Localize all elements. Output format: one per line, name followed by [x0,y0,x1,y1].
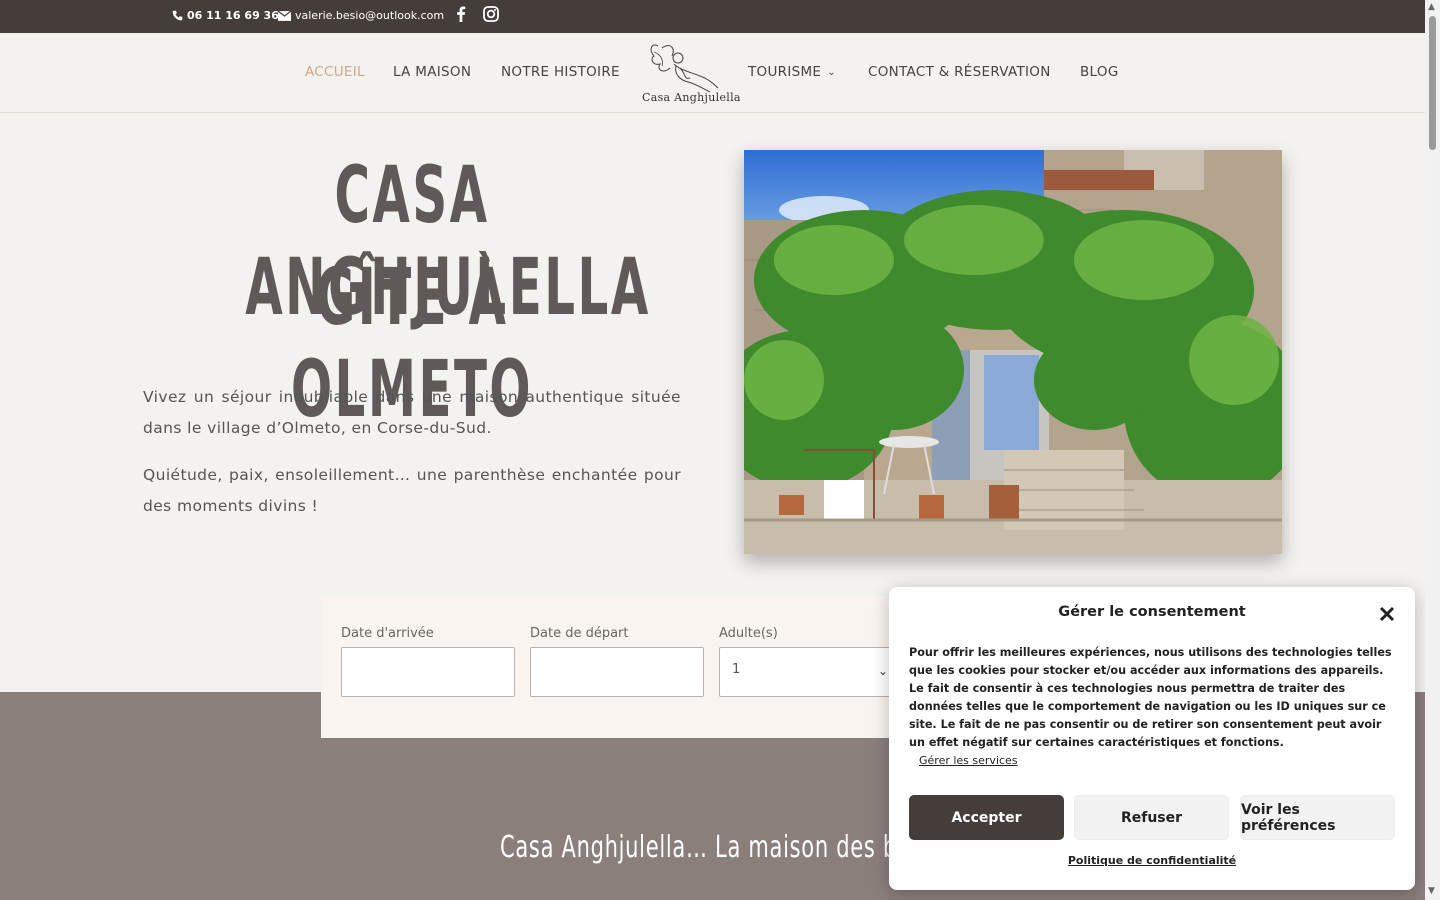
email-link[interactable]: valerie.besio@outlook.com [278,9,444,22]
nav-tourisme-label: TOURISME [748,64,822,80]
arrival-date-label: Date d'arrivée [341,626,434,641]
page-scrollbar[interactable]: ▲ ▼ [1425,0,1440,900]
manage-services-link[interactable]: Gérer les services [919,754,1018,767]
scroll-down-arrow-icon[interactable]: ▼ [1428,886,1435,896]
facebook-link[interactable] [456,6,466,22]
facebook-icon [457,6,466,22]
departure-date-input[interactable] [530,647,704,697]
phone-icon [172,10,183,21]
nav-la-maison[interactable]: LA MAISON [393,64,471,80]
accept-button[interactable]: Accepter [909,795,1064,840]
email-address: valerie.besio@outlook.com [295,9,445,22]
departure-date-label: Date de départ [530,626,629,641]
logo-text: Casa Anghjulella [642,91,741,104]
nav-blog[interactable]: BLOG [1080,64,1119,80]
top-bar: 06 11 16 69 36 valerie.besio@outlook.com [0,0,1425,33]
nav-tourisme[interactable]: TOURISME ⌄ [748,64,836,80]
adults-select-value: 1 [732,662,741,677]
privacy-policy-link[interactable]: Politique de confidentialité [889,854,1415,867]
house-photo [744,150,1282,554]
booking-widget: Date d'arrivée Date de départ Adulte(s) … [321,596,961,738]
instagram-icon [483,6,499,22]
refuse-button[interactable]: Refuser [1074,795,1229,840]
angel-logo-icon [650,44,719,93]
hero-paragraph-2: Quiétude, paix, ensoleillement… une pare… [143,466,681,515]
arrival-date-input[interactable] [341,647,515,697]
nav-contact-reservation[interactable]: CONTACT & RÉSERVATION [868,64,1051,80]
chevron-down-icon: ⌄ [827,67,836,78]
consent-body-text: Pour offrir les meilleures expériences, … [909,646,1392,749]
adults-select[interactable]: 1 ⌄ [719,647,897,697]
chevron-down-icon: ⌄ [877,664,888,678]
preferences-button[interactable]: Voir les préférences [1240,795,1395,840]
cookie-consent-dialog: Gérer le consentement Pour offrir les me… [889,587,1415,890]
adults-label: Adulte(s) [719,626,778,641]
nav-notre-histoire[interactable]: NOTRE HISTOIRE [501,64,620,80]
close-icon[interactable] [1379,603,1395,628]
mail-icon [278,10,291,21]
hero-paragraph-1: Vivez un séjour inoubliable dans une mai… [143,388,681,437]
site-header: ACCUEIL LA MAISON NOTRE HISTOIRE Casa An… [0,33,1425,113]
instagram-link[interactable] [483,6,499,22]
nav-accueil[interactable]: ACCUEIL [305,64,365,80]
scroll-thumb[interactable] [1429,16,1436,150]
scroll-up-arrow-icon[interactable]: ▲ [1428,2,1435,12]
phone-link[interactable]: 06 11 16 69 36 [172,9,279,22]
phone-number: 06 11 16 69 36 [187,9,279,22]
consent-title: Gérer le consentement [1058,604,1246,620]
